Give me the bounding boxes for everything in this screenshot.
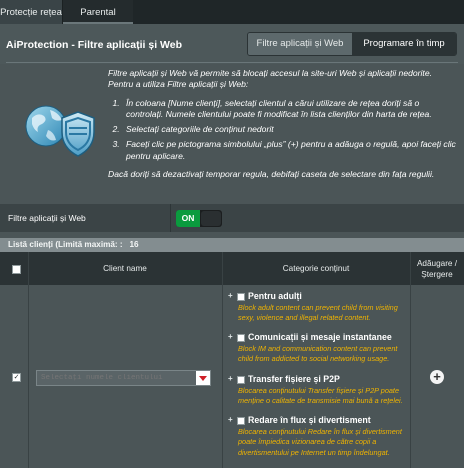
category-checkbox[interactable] — [237, 293, 245, 301]
view-switcher: Filtre aplicații și Web Programare în ti… — [247, 32, 457, 56]
filter-enable-label: Filtre aplicații și Web — [8, 213, 86, 223]
category-checkbox[interactable] — [237, 417, 245, 425]
category-description: Block adult content can prevent child fr… — [238, 303, 398, 323]
feature-description: Filtre aplicații și Web vă permite să bl… — [108, 68, 458, 180]
category-description: Block IM and communication content can p… — [238, 344, 398, 364]
column-content-category: Categorie conținut — [282, 264, 350, 273]
expand-icon[interactable]: + — [228, 415, 233, 424]
chevron-down-icon[interactable] — [196, 371, 210, 385]
expand-icon[interactable]: + — [228, 291, 233, 300]
category-im-communication: + Comunicații și mesaje instantanee Bloc… — [226, 332, 412, 370]
category-description: Blocarea conținutului Redare în flux și … — [238, 427, 402, 457]
intro-text-2: Pentru a utiliza Filtre aplicații și Web… — [108, 79, 249, 90]
step-3: Faceți clic pe pictograma simbolului „pl… — [122, 139, 458, 162]
header-divider — [6, 62, 458, 63]
step-2: Selectați categoriile de conținut nedori… — [122, 124, 458, 135]
client-list-header: Listă clienți (Limită maximă: : 16 — [0, 238, 464, 252]
column-divider — [28, 252, 29, 468]
select-all-checkbox[interactable] — [12, 265, 21, 274]
page-title: AiProtection - Filtre aplicații și Web — [6, 39, 183, 51]
category-name: Redare în flux și divertisment — [248, 415, 371, 425]
table-column-headers: Client name Categorie conținut Adăugare … — [0, 252, 464, 285]
instruction-steps: În coloana [Nume clienți], selectați cli… — [108, 98, 458, 162]
toggle-on-label: ON — [176, 210, 200, 227]
add-rule-plus-icon[interactable]: + — [430, 370, 444, 384]
filter-enable-toggle[interactable]: ON — [176, 210, 222, 227]
category-file-transfer-p2p: + Transfer fișiere și P2P Blocarea conți… — [226, 374, 412, 412]
column-client-name: Client name — [103, 264, 147, 273]
top-tab-bar: Protecție rețea Parental Controls — [0, 0, 464, 43]
tab-app-web-filters[interactable]: Filtre aplicații și Web — [248, 33, 352, 55]
category-adult: + Pentru adulți Block adult content can … — [226, 291, 412, 329]
aiprotection-globe-shield-icon — [25, 105, 95, 157]
row-checkbox[interactable]: ✓ — [12, 373, 21, 382]
client-name-input[interactable] — [39, 372, 193, 383]
tab-network-protection[interactable]: Protecție rețea — [0, 0, 63, 24]
column-divider — [222, 252, 223, 468]
category-checkbox[interactable] — [237, 376, 245, 384]
tab-time-scheduling[interactable]: Programare în timp — [352, 33, 456, 55]
filter-enable-row: Filtre aplicații și Web ON — [0, 204, 464, 232]
category-checkbox[interactable] — [237, 334, 245, 342]
tab-parental-controls[interactable]: Parental Controls — [63, 0, 133, 43]
category-name: Pentru adulți — [248, 291, 302, 301]
client-name-select[interactable] — [36, 370, 211, 386]
category-streaming-entertainment: + Redare în flux și divertisment Blocare… — [226, 415, 412, 465]
toggle-knob — [201, 211, 221, 226]
column-add-delete: Adăugare / Ștergere — [416, 259, 458, 279]
row-divider — [170, 204, 171, 232]
step-1: În coloana [Nume clienți], selectați cli… — [122, 98, 458, 121]
category-name: Comunicații și mesaje instantanee — [248, 332, 392, 342]
client-list-title: Listă clienți (Limită maximă: : 16 — [8, 240, 139, 249]
disable-note: Dacă doriți să dezactivați temporar regu… — [108, 169, 435, 180]
intro-text: Filtre aplicații și Web vă permite să bl… — [108, 68, 432, 78]
expand-icon[interactable]: + — [228, 374, 233, 383]
expand-icon[interactable]: + — [228, 332, 233, 341]
page-header: AiProtection - Filtre aplicații și Web F… — [0, 24, 464, 64]
category-description: Blocarea conținutului Transfer fișiere ș… — [238, 386, 403, 406]
category-name: Transfer fișiere și P2P — [248, 374, 340, 384]
